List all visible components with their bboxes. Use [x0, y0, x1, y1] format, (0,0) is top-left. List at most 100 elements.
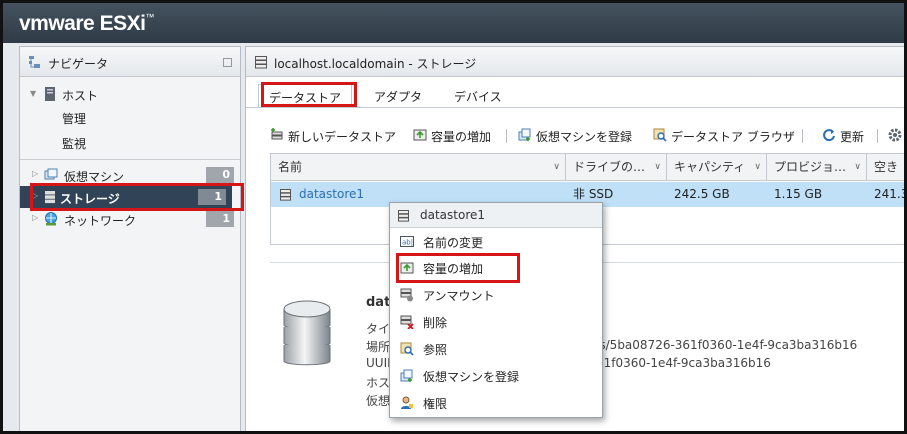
refresh-label: 更新 — [840, 130, 865, 144]
tab-device-label: デバイス — [454, 90, 502, 104]
vmware-esxi-logo: vmware ESXi™ — [19, 12, 154, 36]
menu-item-register-vm-label: 仮想マシンを登録 — [423, 370, 520, 384]
nav-network[interactable]: ▷ ネットワーク 1 — [20, 208, 240, 230]
tab-adapter[interactable]: アダプタ — [364, 84, 432, 108]
free-cell: 241.3 — [874, 187, 907, 201]
expand-arrow-icon[interactable]: ▷ — [32, 213, 38, 222]
rename-icon: ab| — [400, 235, 414, 251]
column-capacity[interactable]: キャパシティ ∨ — [667, 154, 767, 181]
menu-item-delete[interactable]: 削除 — [390, 309, 602, 335]
detail-location-value: es/5ba08726-361f0360-1e4f-9ca3ba316b16 — [592, 338, 858, 352]
delete-icon — [400, 315, 414, 332]
expand-arrow-icon[interactable]: ▷ — [32, 169, 38, 178]
navigator-panel: ナビゲータ ▼ ホスト 管理 監視 ▷ 仮想マシン 0 ▷ ストレージ 1 ▷ … — [19, 46, 241, 431]
tab-device[interactable]: デバイス — [444, 84, 512, 108]
increase-capacity-highlight-box — [396, 253, 520, 283]
tab-underline — [246, 107, 904, 108]
datastore-icon — [280, 189, 291, 204]
tab-adapter-label: アダプタ — [374, 90, 423, 104]
datastore-browser-label: データストア ブラウザ — [671, 130, 795, 144]
menu-item-register-vm[interactable]: 仮想マシンを登録 — [390, 363, 602, 389]
storage-icon — [255, 56, 267, 72]
detail-uuid-value: 61f0360-1e4f-9ca3ba316b16 — [596, 356, 771, 370]
storage-panel-title: localhost.localdomain - ストレージ — [274, 57, 477, 71]
nav-host[interactable]: ▼ ホスト — [20, 83, 240, 105]
new-datastore-label: 新しいデータストア — [288, 130, 397, 144]
menu-item-rename-label: 名前の変更 — [423, 236, 484, 250]
column-provisioned[interactable]: プロビジョ… ∨ — [767, 154, 867, 181]
collapse-arrow-icon[interactable]: ▼ — [30, 89, 36, 98]
host-icon — [44, 87, 56, 104]
column-name-label: 名前 — [278, 160, 303, 174]
nav-host-manage[interactable]: 管理 — [20, 106, 240, 128]
datastore-large-icon — [282, 297, 332, 380]
column-name[interactable]: 名前 ∨ — [271, 154, 566, 181]
detail-vm-label: 仮想 — [366, 394, 391, 408]
chevron-down-icon[interactable]: ∨ — [654, 154, 661, 181]
nav-divider — [20, 159, 240, 160]
nav-monitor-label: 監視 — [62, 137, 87, 151]
nav-network-label: ネットワーク — [64, 214, 137, 228]
chevron-down-icon[interactable]: ∨ — [854, 154, 861, 181]
chevron-down-icon[interactable]: ∨ — [754, 154, 761, 181]
brand-text: vmware — [19, 12, 95, 35]
context-menu-header: datastore1 — [390, 203, 602, 228]
register-vm-label: 仮想マシンを登録 — [536, 130, 633, 144]
column-free-label: 空き — [874, 160, 899, 174]
column-drive-label: ドライブの… — [573, 160, 646, 174]
storage-highlight-box — [30, 183, 244, 211]
vm-count-badge: 0 — [206, 167, 234, 183]
menu-item-permissions-label: 権限 — [423, 397, 448, 411]
toolbar-separator — [877, 129, 878, 143]
navigator-title: ナビゲータ — [48, 57, 109, 71]
register-vm-icon — [400, 369, 414, 386]
menu-item-delete-label: 削除 — [423, 316, 448, 330]
menu-item-unmount-label: アンマウント — [423, 289, 495, 303]
menu-item-browse-label: 参照 — [423, 343, 448, 357]
menu-item-permissions[interactable]: 権限 — [390, 390, 602, 416]
register-vm-icon — [518, 128, 532, 145]
network-count-badge: 1 — [206, 211, 234, 227]
storage-panel-header: localhost.localdomain - ストレージ — [246, 47, 904, 77]
nav-host-label: ホスト — [62, 89, 99, 103]
detail-host-label: ホス — [366, 376, 391, 390]
top-bar: vmware ESXi™ — [3, 3, 904, 43]
product-text: ESXi — [99, 12, 146, 35]
menu-item-rename[interactable]: ab| 名前の変更 — [390, 229, 602, 255]
chevron-down-icon[interactable]: ∨ — [553, 154, 560, 181]
nav-manage-label: 管理 — [62, 112, 87, 126]
datastore-tab-highlight-box — [261, 82, 357, 107]
unmount-icon — [400, 288, 414, 305]
pin-icon[interactable] — [223, 58, 232, 67]
svg-text:ab|: ab| — [402, 239, 413, 247]
menu-item-unmount[interactable]: アンマウント — [390, 282, 602, 308]
datastore-icon — [398, 210, 409, 225]
toolbar-separator — [506, 129, 507, 143]
navigator-icon — [28, 55, 42, 72]
network-icon — [44, 212, 58, 229]
increase-capacity-icon — [413, 128, 427, 145]
context-menu: datastore1 ab| 名前の変更 容量の増加 アンマウント 削除 参照 … — [389, 202, 603, 418]
trademark: ™ — [145, 12, 154, 22]
gear-icon — [888, 128, 902, 145]
new-datastore-icon — [270, 128, 284, 145]
detail-location-label: 場所 — [366, 340, 391, 354]
column-provisioned-label: プロビジョ… — [774, 160, 847, 174]
navigator-header: ナビゲータ — [20, 47, 240, 77]
toolbar-separator — [802, 129, 803, 143]
table-header: 名前 ∨ ドライブの… ∨ キャパシティ ∨ プロビジョ… ∨ 空き — [271, 154, 904, 181]
column-capacity-label: キャパシティ — [674, 160, 746, 174]
column-free[interactable]: 空き — [867, 154, 904, 181]
datastore-name-link[interactable]: datastore1 — [299, 182, 364, 207]
nav-host-monitor[interactable]: 監視 — [20, 131, 240, 153]
menu-item-browse[interactable]: 参照 — [390, 336, 602, 362]
esxi-window: vmware ESXi™ ナビゲータ ▼ ホスト 管理 監視 ▷ 仮想マシン 0… — [0, 0, 907, 434]
context-menu-title: datastore1 — [420, 208, 486, 222]
provisioned-cell: 1.15 GB — [774, 187, 823, 201]
column-drive-type[interactable]: ドライブの… ∨ — [566, 154, 667, 181]
detail-type-label: タイ — [366, 322, 391, 336]
increase-capacity-label: 容量の増加 — [431, 130, 492, 144]
datastore-browser-icon — [653, 128, 667, 145]
user-permissions-icon — [400, 396, 414, 413]
capacity-cell: 242.5 GB — [674, 187, 730, 201]
